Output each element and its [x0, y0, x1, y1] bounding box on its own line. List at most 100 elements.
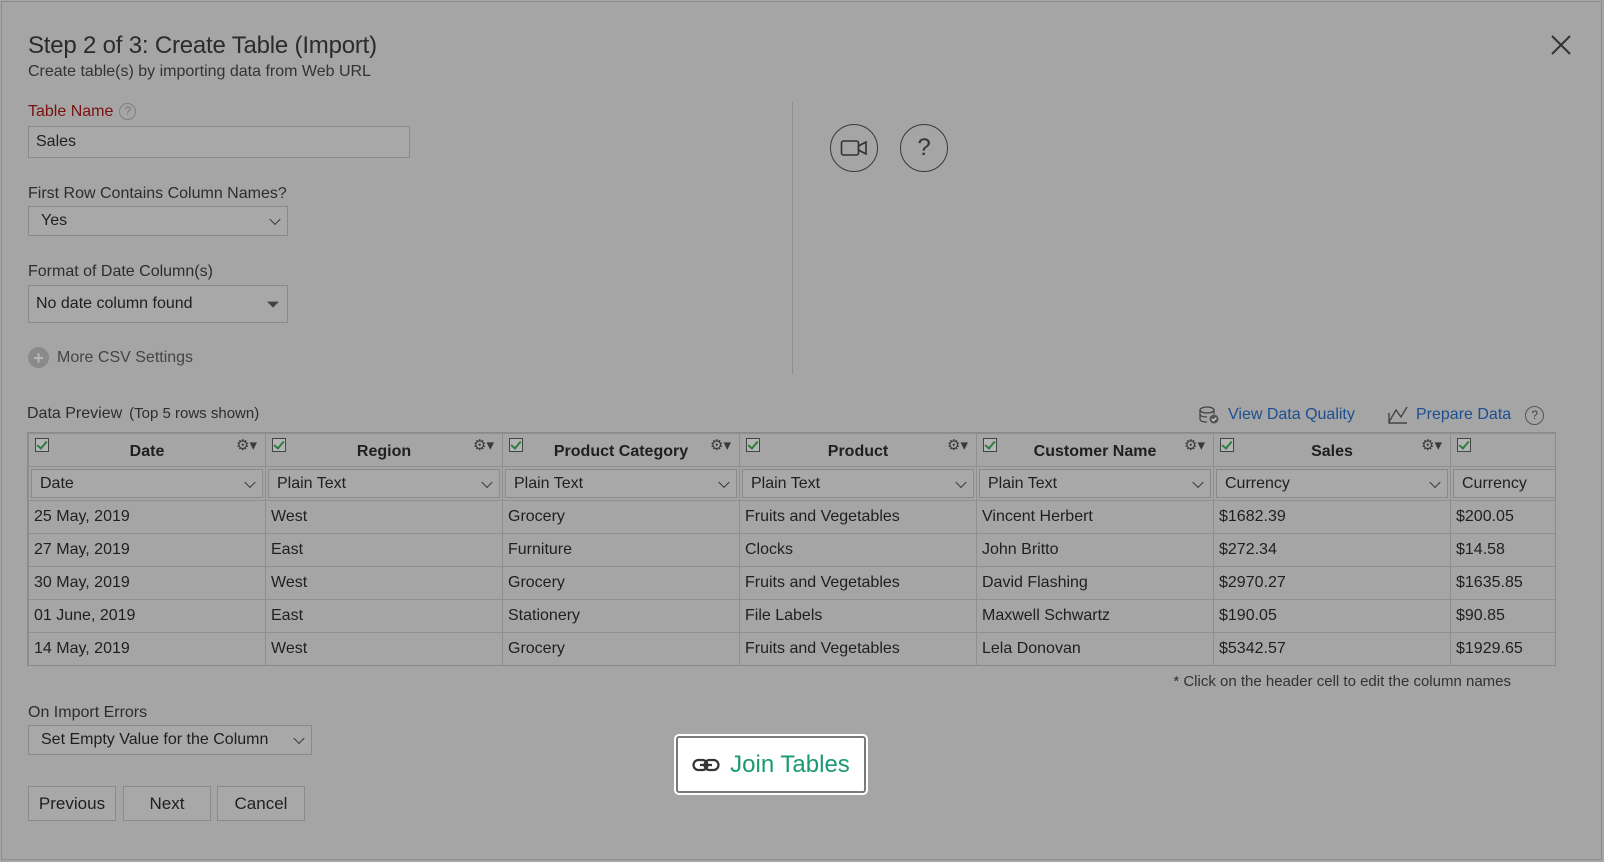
date-format-select[interactable]: No date column found: [28, 285, 288, 323]
table-cell: West: [265, 500, 503, 534]
column-header[interactable]: Customer Name ⚙▾: [976, 433, 1214, 467]
column-checkbox[interactable]: [509, 438, 523, 452]
table-cell: $1635.85: [1450, 566, 1555, 600]
chevron-down-icon: [1192, 476, 1204, 488]
plus-circle-icon: +: [28, 347, 49, 368]
column-header[interactable]: C: [1450, 433, 1555, 467]
type-row: Date Plain Text Plain Text Plain Text Pl…: [28, 466, 1555, 501]
gear-icon[interactable]: ⚙▾: [1184, 436, 1205, 454]
previous-button[interactable]: Previous: [28, 786, 116, 821]
column-checkbox[interactable]: [1457, 438, 1471, 452]
table-row: 14 May, 2019 West Grocery Fruits and Veg…: [28, 632, 1555, 665]
table-name-input[interactable]: Sales: [28, 126, 410, 158]
vertical-divider: [792, 102, 793, 374]
column-checkbox[interactable]: [1220, 438, 1234, 452]
prepare-help-icon[interactable]: ?: [1525, 405, 1545, 425]
table-cell: 14 May, 2019: [28, 632, 266, 665]
table-cell: West: [265, 632, 503, 665]
gear-icon[interactable]: ⚙▾: [236, 436, 257, 454]
table-cell: West: [265, 566, 503, 600]
table-cell: Maxwell Schwartz: [976, 599, 1214, 633]
column-checkbox[interactable]: [746, 438, 760, 452]
date-format-label: Format of Date Column(s): [28, 263, 213, 280]
table-cell: $90.85: [1450, 599, 1555, 633]
link-icon: [692, 758, 720, 771]
chevron-down-icon: [955, 476, 967, 488]
data-preview-label: Data Preview (Top 5 rows shown): [27, 405, 260, 422]
table-row: 01 June, 2019 East Stationery File Label…: [28, 599, 1555, 633]
gear-icon[interactable]: ⚙▾: [710, 436, 731, 454]
table-name-label: Table Name?: [28, 103, 137, 121]
chevron-down-icon: [244, 476, 256, 488]
question-icon[interactable]: ?: [900, 124, 948, 172]
table-cell: Grocery: [502, 632, 740, 665]
table-cell: 30 May, 2019: [28, 566, 266, 600]
table-cell: $1929.65: [1450, 632, 1555, 665]
table-row: 30 May, 2019 West Grocery Fruits and Veg…: [28, 566, 1555, 600]
table-cell: File Labels: [739, 599, 977, 633]
table-footnote: * Click on the header cell to edit the c…: [1173, 673, 1511, 690]
table-cell: 27 May, 2019: [28, 533, 266, 567]
column-checkbox[interactable]: [983, 438, 997, 452]
first-row-select[interactable]: Yes: [28, 206, 288, 236]
column-header[interactable]: Region ⚙▾: [265, 433, 503, 467]
chevron-down-icon: [269, 213, 281, 226]
gear-icon[interactable]: ⚙▾: [1421, 436, 1442, 454]
table-cell: East: [265, 533, 503, 567]
table-row: 25 May, 2019 West Grocery Fruits and Veg…: [28, 500, 1555, 534]
column-header[interactable]: Sales ⚙▾: [1213, 433, 1451, 467]
database-check-icon: [1199, 406, 1219, 424]
close-icon[interactable]: [1548, 32, 1574, 58]
data-preview-table: Date ⚙▾ Region ⚙▾ Product Category ⚙▾ Produ…: [27, 432, 1556, 666]
video-camera-icon[interactable]: [830, 124, 878, 172]
column-type-select[interactable]: Currency: [1453, 469, 1555, 498]
cancel-button[interactable]: Cancel: [217, 786, 305, 821]
dialog-title: Step 2 of 3: Create Table (Import): [28, 32, 377, 59]
dialog-subtitle: Create table(s) by importing data from W…: [28, 63, 371, 80]
table-cell: Vincent Herbert: [976, 500, 1214, 534]
view-data-quality-link[interactable]: View Data Quality: [1198, 405, 1355, 425]
first-row-label: First Row Contains Column Names?: [28, 185, 287, 202]
column-checkbox[interactable]: [35, 438, 49, 452]
prepare-data-link[interactable]: Prepare Data ?: [1387, 405, 1545, 425]
table-cell: Lela Donovan: [976, 632, 1214, 665]
column-checkbox[interactable]: [272, 438, 286, 452]
column-type-select[interactable]: Currency: [1216, 469, 1448, 498]
table-name-help-icon[interactable]: ?: [119, 103, 137, 120]
header-row: Date ⚙▾ Region ⚙▾ Product Category ⚙▾ Produ…: [28, 433, 1555, 467]
table-cell: $5342.57: [1213, 632, 1451, 665]
table-cell: $14.58: [1450, 533, 1555, 567]
gear-icon[interactable]: ⚙▾: [947, 436, 968, 454]
table-cell: 25 May, 2019: [28, 500, 266, 534]
more-csv-settings[interactable]: + More CSV Settings: [28, 347, 193, 368]
chevron-down-icon: [293, 732, 305, 745]
table-cell: $200.05: [1450, 500, 1555, 534]
wand-icon: [1388, 406, 1408, 424]
table-cell: $190.05: [1213, 599, 1451, 633]
table-cell: Fruits and Vegetables: [739, 566, 977, 600]
table-cell: $1682.39: [1213, 500, 1451, 534]
table-row: 27 May, 2019 East Furniture Clocks John …: [28, 533, 1555, 567]
chevron-down-icon: [481, 476, 493, 488]
column-header[interactable]: Product ⚙▾: [739, 433, 977, 467]
column-header[interactable]: Product Category ⚙▾: [502, 433, 740, 467]
table-cell: John Britto: [976, 533, 1214, 567]
column-type-select[interactable]: Plain Text: [505, 469, 737, 498]
column-type-select[interactable]: Plain Text: [742, 469, 974, 498]
caret-down-icon: [267, 301, 279, 308]
chevron-down-icon: [718, 476, 730, 488]
gear-icon[interactable]: ⚙▾: [473, 436, 494, 454]
table-cell: 01 June, 2019: [28, 599, 266, 633]
table-cell: Grocery: [502, 500, 740, 534]
table-cell: David Flashing: [976, 566, 1214, 600]
table-cell: $2970.27: [1213, 566, 1451, 600]
column-type-select[interactable]: Plain Text: [979, 469, 1211, 498]
import-errors-select[interactable]: Set Empty Value for the Column: [28, 725, 312, 755]
join-tables-button[interactable]: Join Tables: [676, 736, 866, 793]
next-button[interactable]: Next: [123, 786, 211, 821]
column-type-select[interactable]: Date: [31, 469, 263, 498]
table-cell: Fruits and Vegetables: [739, 500, 977, 534]
column-type-select[interactable]: Plain Text: [268, 469, 500, 498]
table-cell: East: [265, 599, 503, 633]
column-header[interactable]: Date ⚙▾: [28, 433, 266, 467]
